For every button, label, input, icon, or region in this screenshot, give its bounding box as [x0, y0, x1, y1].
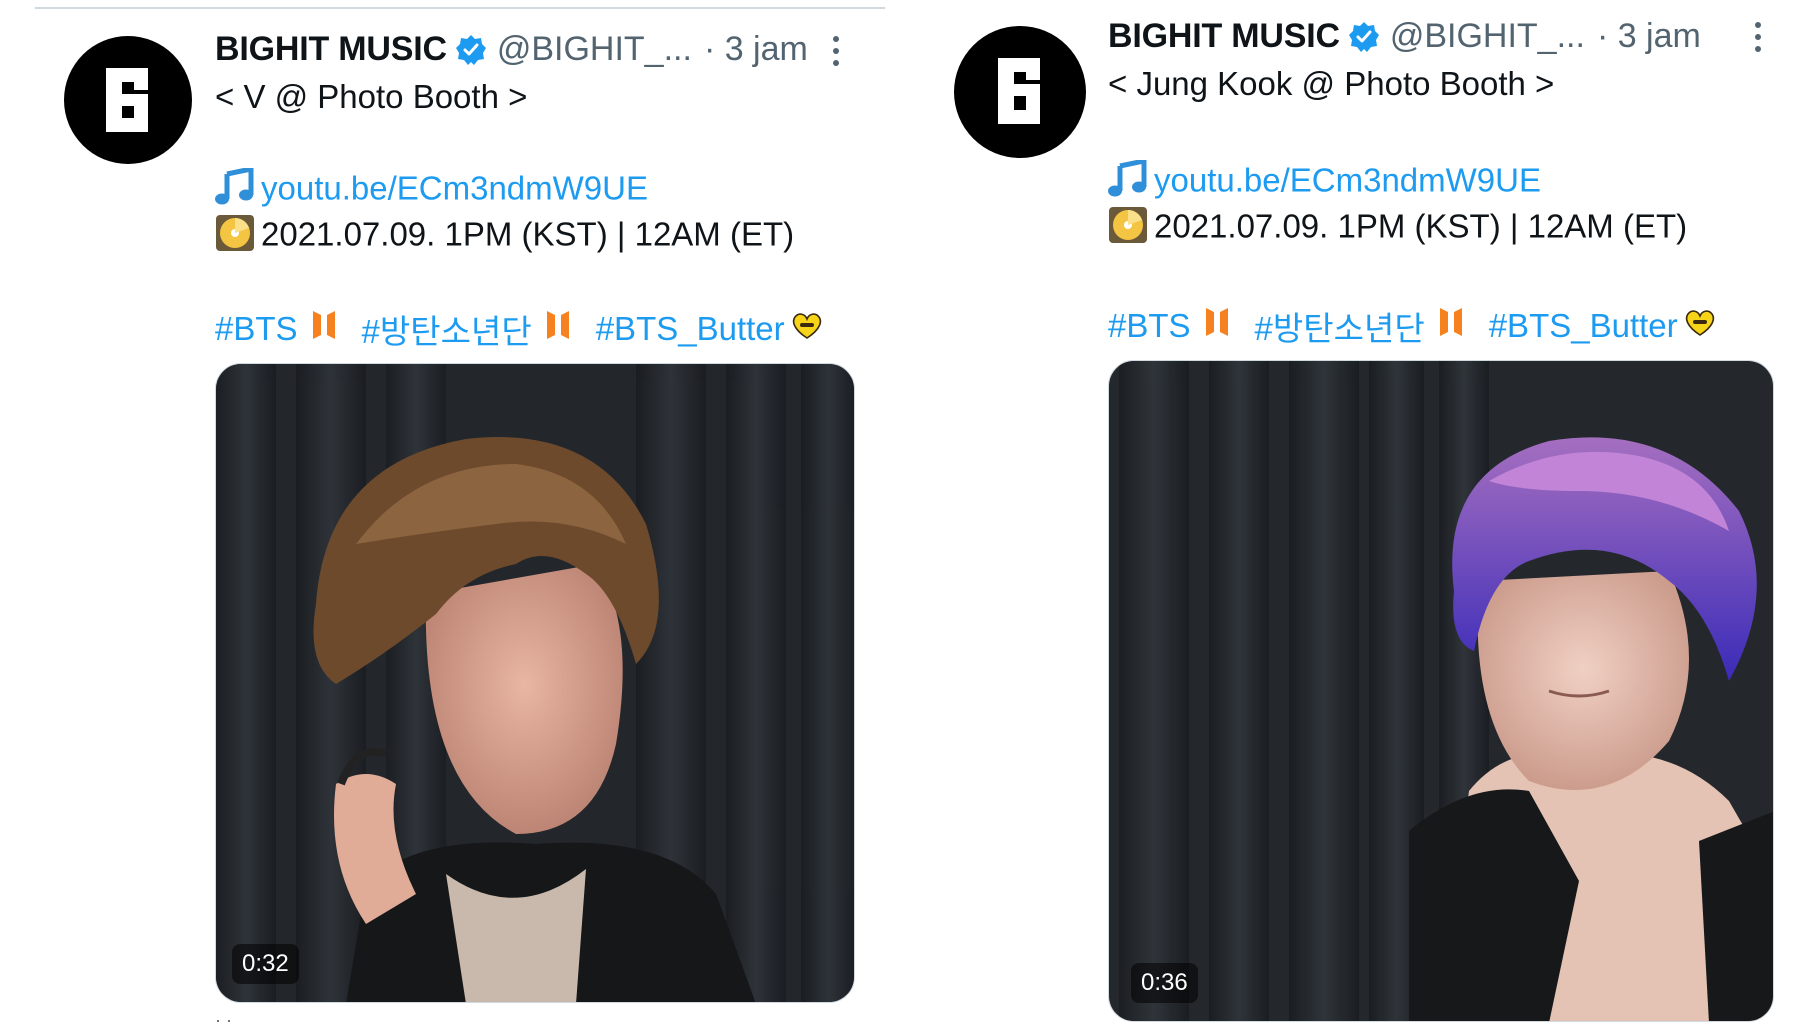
- verified-badge-icon: [1348, 21, 1380, 53]
- video-thumbnail[interactable]: 0:36: [1108, 360, 1774, 1022]
- release-datetime: 2021.07.09. 1PM (KST) | 12AM (ET): [1154, 207, 1688, 245]
- hashtag-bts-butter[interactable]: #BTS_Butter: [596, 310, 785, 348]
- tweet-title: < V @ Photo Booth >: [215, 78, 528, 115]
- timestamp[interactable]: · 3 jam: [1597, 17, 1701, 56]
- music-note-emoji: [1108, 157, 1148, 206]
- tweet-v-photo-booth[interactable]: BIGHIT MUSIC @BIGHIT_... · 3 jam < V @ P…: [0, 0, 880, 1024]
- video-thumbnail[interactable]: 0:32: [215, 363, 855, 1003]
- video-duration: 0:32: [232, 944, 299, 984]
- hashtag-bts[interactable]: #BTS: [1108, 307, 1191, 345]
- butter-heart-emoji: [791, 310, 823, 348]
- more-options-icon[interactable]: [1752, 20, 1762, 54]
- verified-badge-icon: [455, 34, 487, 66]
- youtube-link[interactable]: youtu.be/ECm3ndmW9UE: [261, 170, 648, 207]
- youtube-link[interactable]: youtu.be/ECm3ndmW9UE: [1154, 162, 1541, 199]
- tweet-jungkook-photo-booth[interactable]: BIGHIT MUSIC @BIGHIT_... · 3 jam < Jung …: [910, 0, 1820, 1024]
- truncated-action-row: · ·: [215, 1010, 232, 1024]
- display-name[interactable]: BIGHIT MUSIC: [1108, 17, 1340, 56]
- date-line: 2021.07.09. 1PM (KST) | 12AM (ET): [215, 214, 794, 260]
- video-duration: 0:36: [1131, 963, 1198, 1003]
- dvd-disc-emoji: [1108, 206, 1148, 252]
- music-note-emoji: [215, 165, 255, 214]
- avatar[interactable]: [64, 36, 192, 164]
- release-datetime: 2021.07.09. 1PM (KST) | 12AM (ET): [261, 215, 795, 253]
- bts-logo-emoji: [1205, 307, 1229, 345]
- hashtag-bts[interactable]: #BTS: [215, 310, 298, 348]
- hashtags: #BTS #방탄소년단 #BTS_Butter: [215, 305, 823, 353]
- hashtag-bts-butter[interactable]: #BTS_Butter: [1489, 307, 1678, 345]
- tweet-title: < Jung Kook @ Photo Booth >: [1108, 65, 1555, 102]
- dvd-disc-emoji: [215, 214, 255, 260]
- display-name[interactable]: BIGHIT MUSIC: [215, 30, 447, 69]
- handle[interactable]: @BIGHIT_...: [497, 30, 692, 69]
- date-line: 2021.07.09. 1PM (KST) | 12AM (ET): [1108, 206, 1687, 252]
- link-line: youtu.be/ECm3ndmW9UE: [215, 165, 648, 214]
- tweet-header: BIGHIT MUSIC @BIGHIT_... · 3 jam: [215, 30, 808, 69]
- bts-logo-emoji: [312, 310, 336, 348]
- avatar[interactable]: [954, 26, 1086, 158]
- hashtag-bangtan[interactable]: #방탄소년단: [362, 305, 532, 353]
- butter-heart-emoji: [1684, 307, 1716, 345]
- timestamp[interactable]: · 3 jam: [704, 30, 808, 69]
- hashtag-bangtan[interactable]: #방탄소년단: [1255, 302, 1425, 350]
- tweet-header: BIGHIT MUSIC @BIGHIT_... · 3 jam: [1108, 17, 1701, 56]
- hashtags: #BTS #방탄소년단 #BTS_Butter: [1108, 302, 1716, 350]
- handle[interactable]: @BIGHIT_...: [1390, 17, 1585, 56]
- more-options-icon[interactable]: [830, 34, 840, 68]
- bts-logo-emoji: [546, 310, 570, 348]
- link-line: youtu.be/ECm3ndmW9UE: [1108, 157, 1541, 206]
- bts-logo-emoji: [1439, 307, 1463, 345]
